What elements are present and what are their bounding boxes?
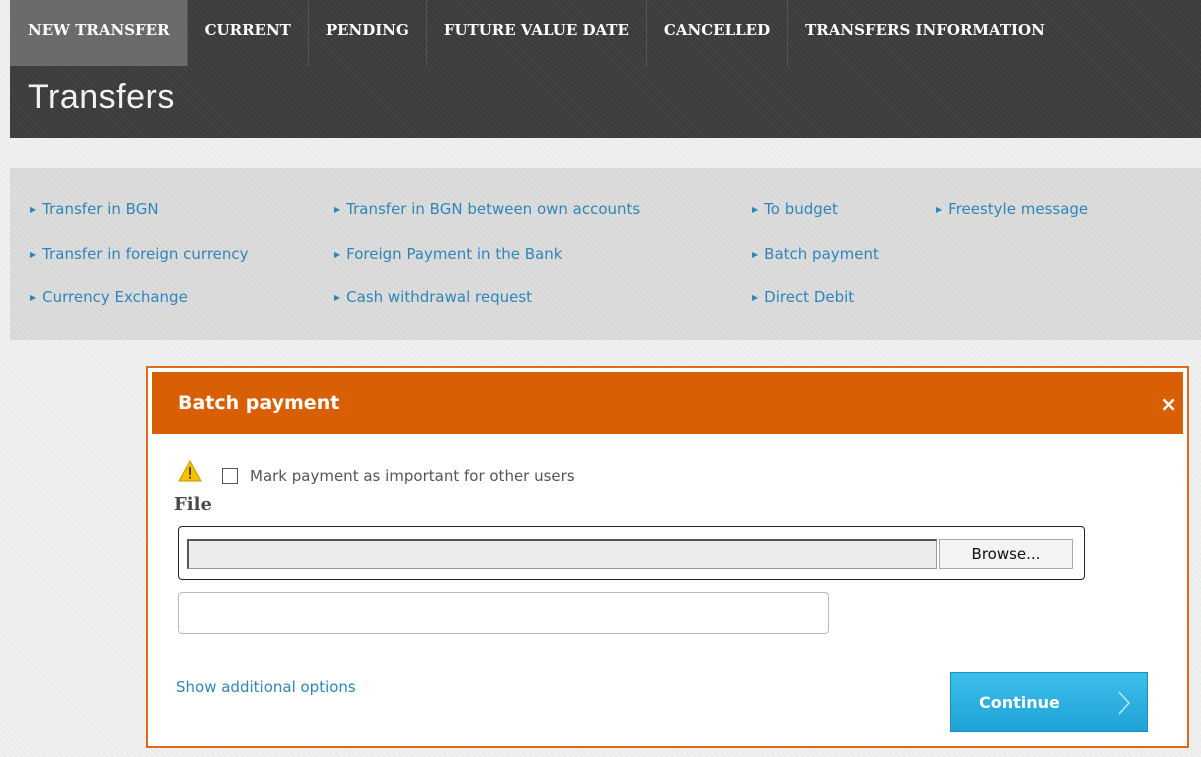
dialog-title: Batch payment xyxy=(178,392,340,414)
tab-label: CURRENT xyxy=(204,21,291,39)
file-label: File xyxy=(174,494,212,515)
link-foreign-payment-bank[interactable]: ▶ Foreign Payment in the Bank xyxy=(334,245,562,263)
caret-right-icon: ▶ xyxy=(752,250,759,259)
tab-pending[interactable]: PENDING xyxy=(309,0,427,66)
tab-new-transfer[interactable]: NEW TRANSFER xyxy=(10,0,188,66)
top-header: NEW TRANSFER CURRENT PENDING FUTURE VALU… xyxy=(10,0,1201,138)
page-title: Transfers xyxy=(28,78,175,116)
caret-right-icon: ▶ xyxy=(30,250,37,259)
description-input[interactable] xyxy=(178,592,829,634)
transfer-type-links: ▶ Transfer in BGN ▶ Transfer in foreign cu… xyxy=(10,168,1201,340)
link-cash-withdrawal[interactable]: ▶ Cash withdrawal request xyxy=(334,288,532,306)
browse-button[interactable]: Browse... xyxy=(939,539,1073,569)
link-transfer-foreign-currency[interactable]: ▶ Transfer in foreign currency xyxy=(30,245,249,263)
important-checkbox-label: Mark payment as important for other user… xyxy=(250,467,575,485)
link-to-budget[interactable]: ▶ To budget xyxy=(752,200,838,218)
link-label: Transfer in BGN between own accounts xyxy=(346,200,641,218)
link-direct-debit[interactable]: ▶ Direct Debit xyxy=(752,288,854,306)
link-label: Transfer in foreign currency xyxy=(42,245,249,263)
link-label: Cash withdrawal request xyxy=(346,288,533,306)
caret-right-icon: ▶ xyxy=(936,205,943,214)
chevron-right-icon xyxy=(1118,691,1131,715)
link-label: To budget xyxy=(764,200,838,218)
link-label: Transfer in BGN xyxy=(42,200,159,218)
caret-right-icon: ▶ xyxy=(30,205,37,214)
batch-payment-dialog: Batch payment × Mark payment as importan… xyxy=(146,366,1189,748)
link-label: Currency Exchange xyxy=(42,288,188,306)
caret-right-icon: ▶ xyxy=(334,250,341,259)
link-currency-exchange[interactable]: ▶ Currency Exchange xyxy=(30,288,188,306)
continue-button[interactable]: Continue xyxy=(950,672,1148,732)
caret-right-icon: ▶ xyxy=(334,205,341,214)
tab-bar: NEW TRANSFER CURRENT PENDING FUTURE VALU… xyxy=(10,0,1201,66)
tab-label: PENDING xyxy=(325,21,409,39)
tab-label: FUTURE VALUE DATE xyxy=(443,21,629,39)
close-icon[interactable]: × xyxy=(1160,392,1177,416)
link-transfer-in-bgn[interactable]: ▶ Transfer in BGN xyxy=(30,200,159,218)
caret-right-icon: ▶ xyxy=(30,293,37,302)
important-checkbox[interactable] xyxy=(222,468,238,484)
tab-cancelled[interactable]: CANCELLED xyxy=(647,0,789,66)
caret-right-icon: ▶ xyxy=(752,205,759,214)
file-upload-control: Browse... xyxy=(178,526,1085,580)
link-transfer-own-accounts[interactable]: ▶ Transfer in BGN between own accounts xyxy=(334,200,640,218)
tab-future-value-date[interactable]: FUTURE VALUE DATE xyxy=(427,0,647,66)
link-batch-payment[interactable]: ▶ Batch payment xyxy=(752,245,879,263)
tab-transfers-information[interactable]: TRANSFERS INFORMATION xyxy=(788,0,1062,66)
link-freestyle-message[interactable]: ▶ Freestyle message xyxy=(936,200,1088,218)
file-path-field[interactable] xyxy=(187,539,937,569)
tab-label: TRANSFERS INFORMATION xyxy=(805,21,1045,39)
caret-right-icon: ▶ xyxy=(752,293,759,302)
tab-label: CANCELLED xyxy=(663,21,771,39)
warning-triangle-icon xyxy=(178,460,202,482)
tab-current[interactable]: CURRENT xyxy=(188,0,309,66)
tab-label: NEW TRANSFER xyxy=(28,21,170,39)
link-label: Batch payment xyxy=(764,245,879,263)
caret-right-icon: ▶ xyxy=(334,293,341,302)
continue-button-label: Continue xyxy=(979,693,1060,712)
show-additional-options-link[interactable]: Show additional options xyxy=(176,678,356,696)
link-label: Freestyle message xyxy=(948,200,1089,218)
link-label: Direct Debit xyxy=(764,288,855,306)
dialog-header: Batch payment × xyxy=(152,372,1183,434)
link-label: Foreign Payment in the Bank xyxy=(346,245,563,263)
